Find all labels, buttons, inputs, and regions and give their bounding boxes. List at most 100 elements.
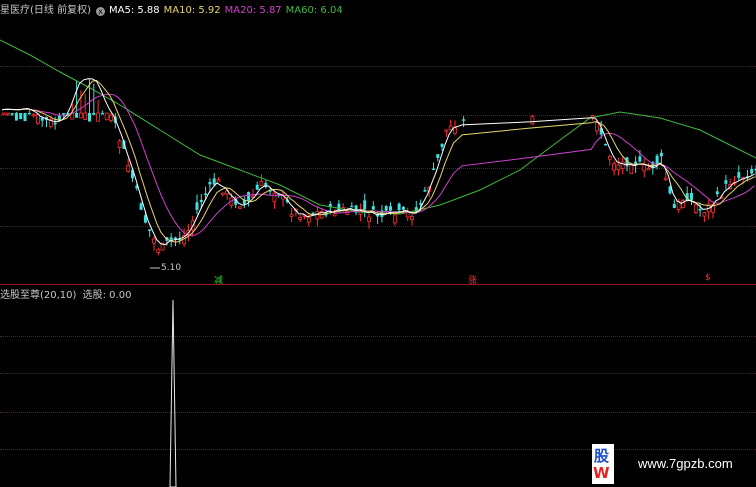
watermark-url: www.7gpzb.com [638, 456, 733, 471]
candle-body [298, 217, 303, 220]
candle-body [384, 206, 388, 211]
candle-body [397, 203, 401, 211]
candle-body [23, 113, 27, 122]
candle-body [432, 168, 435, 171]
candle-body [75, 113, 79, 118]
candle-body [83, 112, 88, 120]
candle-body [642, 164, 647, 172]
candle-body [672, 203, 676, 209]
candle-body [31, 114, 36, 117]
candle-body [315, 211, 320, 220]
candle-body [690, 192, 693, 200]
candle-body [247, 192, 251, 201]
candle-body [139, 203, 143, 210]
candle-body [401, 206, 405, 210]
candle-body [100, 113, 104, 115]
candle-body [604, 143, 607, 146]
candle-body [10, 113, 14, 115]
panel-divider[interactable] [0, 284, 756, 285]
candle-body [350, 205, 354, 208]
indicator-title: 选股至尊(20,10) [0, 290, 77, 301]
low-price-label: 5.10 [161, 263, 182, 273]
candle-body [195, 202, 199, 210]
candle-body [88, 113, 91, 122]
candle-body [620, 161, 625, 170]
candle-body [104, 112, 109, 121]
candle-body [737, 172, 741, 178]
candle-body [117, 140, 122, 148]
candle-body [36, 114, 40, 124]
candle-body [595, 122, 599, 132]
candle-body [629, 164, 634, 174]
candle-body [693, 204, 698, 213]
close-icon[interactable]: x [95, 7, 105, 16]
candle-body [724, 180, 728, 184]
candle-body [238, 206, 242, 209]
candle-body [216, 179, 221, 182]
candle-body [462, 119, 466, 121]
candle-body [371, 206, 375, 210]
indicator-value: 选股: 0.00 [82, 290, 132, 301]
candle-body [5, 112, 10, 115]
candle-body [148, 229, 152, 231]
candle-body [53, 122, 57, 125]
candle-body [436, 154, 440, 158]
candle-body [220, 192, 225, 195]
candle-body [750, 169, 754, 174]
stock-title: 星医疗(日线 前复权) [0, 5, 91, 16]
ma5-line [1, 78, 755, 246]
candle-body [448, 125, 453, 130]
candle-body [715, 191, 719, 195]
candle-body [62, 113, 66, 115]
kline-chart[interactable] [0, 0, 756, 487]
candle-body [423, 190, 427, 192]
candle-body [92, 113, 96, 115]
candle-body [332, 213, 337, 217]
candle-body [702, 212, 707, 217]
watermark-logo: 股 W [592, 444, 614, 484]
candle-body [698, 208, 702, 211]
candle-body [306, 217, 311, 223]
candle-body [440, 143, 444, 147]
candle-body [212, 178, 216, 185]
logo-glyph-top: 股 [594, 447, 610, 465]
candle-body [255, 184, 259, 190]
candle-body [272, 192, 277, 202]
main-chart-legend: 星医疗(日线 前复权) x MA5: 5.88 MA10: 5.92 MA20: 5.8… [0, 1, 347, 16]
candle-body [174, 237, 177, 240]
candle-body [152, 238, 156, 244]
candle-body [419, 203, 423, 205]
candle-body [530, 116, 535, 125]
indicator-legend: 选股至尊(20,10) 选股: 0.00 [0, 286, 131, 301]
candle-body [612, 163, 616, 171]
candle-body [659, 152, 663, 157]
candle-body [453, 127, 457, 134]
candle-body [655, 155, 659, 165]
ma5-value: MA5: 5.88 [108, 5, 160, 16]
ma60-line [0, 39, 756, 215]
candle-body [367, 216, 371, 222]
candle-body [638, 156, 642, 162]
candle-body [126, 165, 131, 172]
candle-body [389, 206, 392, 211]
signal-marker-dollar: $ [705, 273, 711, 283]
candle-body [663, 177, 668, 180]
candle-body [363, 200, 367, 210]
ma10-line [1, 79, 755, 243]
candle-body [444, 129, 449, 132]
indicator-spike [169, 299, 177, 487]
candle-body [208, 181, 212, 185]
candle-body [646, 167, 651, 171]
candle-body [27, 113, 31, 115]
logo-glyph-bottom: W [593, 464, 610, 482]
candle-body [156, 249, 161, 253]
ma60-value: MA60: 6.04 [285, 5, 343, 16]
candle-body [410, 216, 414, 221]
candle-body [14, 113, 18, 121]
ma10-value: MA10: 5.92 [163, 5, 221, 16]
candle-body [96, 112, 100, 122]
candle-body [392, 214, 397, 224]
candle-body [109, 114, 113, 121]
candle-body [169, 237, 173, 240]
candle-body [79, 112, 83, 119]
